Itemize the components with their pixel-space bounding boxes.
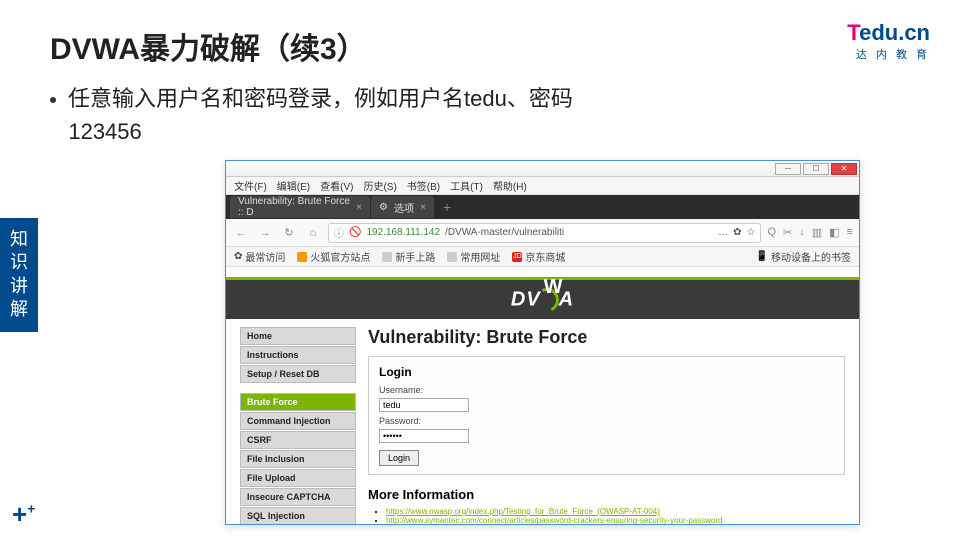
new-tab-button[interactable]: + [435, 199, 459, 215]
username-label: Username: [379, 385, 834, 395]
plus-decoration: ++ [12, 499, 35, 530]
jd-icon: JD [512, 252, 522, 262]
username-input[interactable] [379, 398, 469, 412]
side-tab: 知识讲解 [0, 218, 38, 332]
dvwa-sidebar: Home Instructions Setup / Reset DB Brute… [240, 327, 356, 524]
url-path: /DVWA-master/vulnerabiliti [445, 227, 564, 238]
reader-icon[interactable]: ✿ [733, 227, 741, 238]
tab-dvwa[interactable]: Vulnerability: Brute Force :: D × [230, 196, 370, 218]
menu-tools[interactable]: 工具(T) [450, 178, 483, 193]
home-button[interactable]: ⌂ [304, 227, 322, 239]
reload-button[interactable]: ↻ [280, 226, 298, 239]
url-input[interactable]: ⓘ 🚫 192.168.111.142/DVWA-master/vulnerab… [328, 223, 761, 243]
bookmark-firefox[interactable]: 火狐官方站点 [297, 249, 370, 264]
dvwa-logo: DVWA [511, 288, 574, 312]
login-button[interactable]: Login [379, 450, 419, 466]
star-icon: ✿ [234, 251, 242, 262]
page-content: DVWA Home Instructions Setup / Reset DB … [226, 267, 859, 524]
bookmark-common[interactable]: 常用网址 [447, 249, 500, 264]
sidebar-item-captcha[interactable]: Insecure CAPTCHA [240, 488, 356, 506]
info-link-0[interactable]: https://www.owasp.org/index.php/Testing_… [386, 507, 660, 516]
library-icon[interactable]: ▥ [812, 226, 822, 239]
dvwa-header: DVWA [226, 277, 859, 319]
tab-close-icon[interactable]: × [420, 202, 426, 213]
info-icon: ⓘ [334, 225, 344, 240]
sidebar-item-cmdinj[interactable]: Command Injection [240, 412, 356, 430]
minimize-button[interactable]: ─ [775, 163, 801, 175]
mobile-icon: 📱 [756, 251, 768, 262]
menu-history[interactable]: 历史(S) [363, 178, 396, 193]
menu-bar: 文件(F) 编辑(E) 查看(V) 历史(S) 书签(B) 工具(T) 帮助(H… [226, 177, 859, 195]
bullet-line2: 123456 [68, 119, 141, 144]
bookmark-jd[interactable]: JD京东商城 [512, 249, 565, 264]
logo-sub: 达 内 教 育 [847, 46, 930, 62]
window-titlebar: ─ ☐ ✕ [226, 161, 859, 177]
bullet-dot [50, 97, 56, 103]
no-track-icon: 🚫 [349, 227, 361, 238]
toolbar-icons: Q ✂ ↓ ▥ ◧ ≡ [767, 226, 853, 239]
maximize-button[interactable]: ☐ [803, 163, 829, 175]
tab-strip: Vulnerability: Brute Force :: D× ⚙选项× + [226, 195, 859, 219]
menu-bookmarks[interactable]: 书签(B) [407, 178, 440, 193]
download-icon[interactable]: ↓ [799, 226, 805, 239]
sidebar-item-fileup[interactable]: File Upload [240, 469, 356, 487]
star-icon[interactable]: ☆ [747, 227, 756, 238]
password-label: Password: [379, 416, 834, 426]
slide-title: DVWA暴力破解（续3） [50, 24, 367, 68]
dvwa-main: Vulnerability: Brute Force Login Usernam… [368, 327, 845, 524]
sidebar-item-sqli[interactable]: SQL Injection [240, 507, 356, 524]
bookmark-most[interactable]: ✿最常访问 [234, 249, 285, 264]
url-host: 192.168.111.142 [366, 227, 440, 238]
login-heading: Login [379, 365, 834, 379]
menu-help[interactable]: 帮助(H) [493, 178, 527, 193]
sidebar-icon[interactable]: ◧ [829, 226, 839, 239]
browser-window: ─ ☐ ✕ 文件(F) 编辑(E) 查看(V) 历史(S) 书签(B) 工具(T… [225, 160, 860, 525]
back-button[interactable]: ← [232, 227, 250, 239]
firefox-icon [297, 252, 307, 262]
page-title: Vulnerability: Brute Force [368, 327, 845, 348]
info-link-1[interactable]: http://www.symantec.com/connect/articles… [386, 516, 723, 524]
more-info-heading: More Information [368, 487, 845, 502]
sidebar-item-fileinc[interactable]: File Inclusion [240, 450, 356, 468]
search-icon[interactable]: Q [767, 226, 776, 239]
menu-view[interactable]: 查看(V) [320, 178, 353, 193]
brand-logo: Tedu.cn 达 内 教 育 [847, 20, 930, 62]
logo-rest: edu.cn [859, 20, 930, 45]
page-icon [382, 252, 392, 262]
bookmark-bar: ✿最常访问 火狐官方站点 新手上路 常用网址 JD京东商城 📱移动设备上的书签 [226, 247, 859, 267]
tab-dvwa-label: Vulnerability: Brute Force :: D [238, 196, 350, 218]
menu-file[interactable]: 文件(F) [234, 178, 267, 193]
sidebar-item-setup[interactable]: Setup / Reset DB [240, 365, 356, 383]
forward-button[interactable]: → [256, 227, 274, 239]
page-icon [447, 252, 457, 262]
login-box: Login Username: Password: Login [368, 356, 845, 475]
sidebar-item-home[interactable]: Home [240, 327, 356, 345]
menu-icon[interactable]: ≡ [847, 226, 853, 239]
close-button[interactable]: ✕ [831, 163, 857, 175]
tab-options[interactable]: ⚙选项× [371, 196, 434, 218]
password-input[interactable] [379, 429, 469, 443]
sidebar-item-instructions[interactable]: Instructions [240, 346, 356, 364]
sidebar-item-bruteforce[interactable]: Brute Force [240, 393, 356, 411]
nav-bar: ← → ↻ ⌂ ⓘ 🚫 192.168.111.142/DVWA-master/… [226, 219, 859, 247]
logo-t: T [847, 20, 859, 45]
bookmark-mobile[interactable]: 📱移动设备上的书签 [756, 249, 851, 264]
tab-close-icon[interactable]: × [356, 202, 362, 213]
url-ellipsis: … [718, 227, 728, 238]
sidebar-item-csrf[interactable]: CSRF [240, 431, 356, 449]
tab-options-label: 选项 [394, 200, 414, 215]
bullet-line1: 任意输入用户名和密码登录，例如用户名tedu、密码 [68, 86, 573, 111]
menu-edit[interactable]: 编辑(E) [277, 178, 310, 193]
bullet-text: 任意输入用户名和密码登录，例如用户名tedu、密码 123456 [50, 82, 573, 148]
more-info: More Information https://www.owasp.org/i… [368, 487, 845, 524]
bookmark-newbie[interactable]: 新手上路 [382, 249, 435, 264]
screenshot-icon[interactable]: ✂ [783, 226, 792, 239]
